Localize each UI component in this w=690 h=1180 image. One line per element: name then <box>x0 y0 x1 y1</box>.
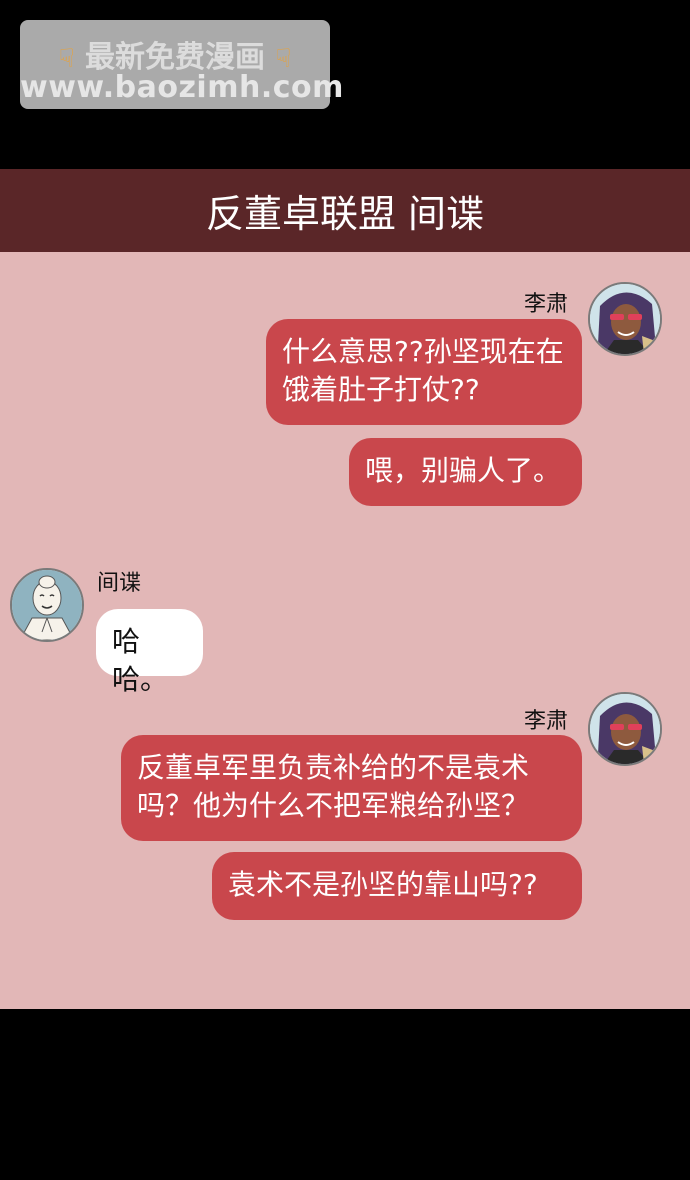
watermark-banner: ☟ 最新免费漫画 ☟ www.baozimh.com <box>20 20 344 109</box>
sender-name: 李肃 <box>524 292 569 317</box>
lisu-avatar[interactable] <box>588 282 662 356</box>
lisu-avatar[interactable] <box>588 692 662 766</box>
message-bubble: 喂，别骗人了。 <box>349 438 582 506</box>
message-bubble: 什么意思??孙坚现在在饿着肚子打仗?? <box>266 319 582 425</box>
message-bubble: 哈哈。 <box>96 609 203 696</box>
spy-portrait-icon <box>12 570 82 640</box>
message-bubble: 袁术不是孙坚的靠山吗?? <box>212 852 582 920</box>
lisu-portrait-icon <box>590 284 660 354</box>
message-bubble: 反董卓军里负责补给的不是袁术吗？他为什么不把军粮给孙坚？ <box>121 735 582 841</box>
lisu-portrait-icon <box>590 694 660 764</box>
chat-title-bar: 反董卓联盟 间谍 <box>0 169 690 252</box>
spy-avatar[interactable] <box>10 568 84 642</box>
watermark-url: www.baozimh.com <box>20 70 344 105</box>
sender-name: 李肃 <box>524 709 569 734</box>
sender-name: 间谍 <box>97 571 142 596</box>
chat-title: 反董卓联盟 间谍 <box>205 192 485 236</box>
